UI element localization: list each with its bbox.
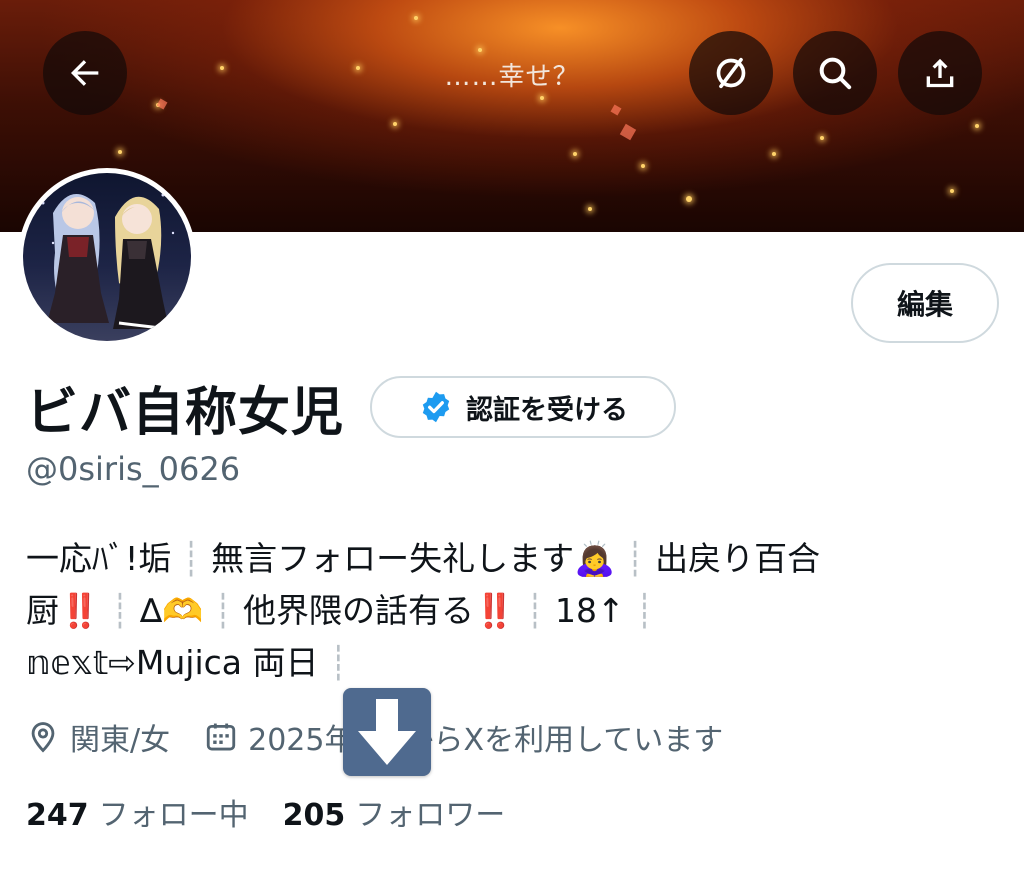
bio-separator: ┊ [625, 539, 646, 578]
bio-text: 𝕟𝕖𝕩𝕥⇨Mujica 両日 [26, 643, 319, 682]
arrow-down-icon [358, 699, 416, 765]
share-icon [926, 58, 954, 88]
banner-spark [686, 196, 692, 202]
bio-text: ∆🫶 [139, 591, 204, 630]
bio-text: 他界隈の話有る [243, 591, 475, 630]
bio-text: 18↑ [554, 591, 625, 630]
following-label: フォロー中 [98, 798, 249, 833]
bio-separator: ┊ [181, 539, 202, 578]
avatar-image [23, 173, 191, 341]
bio: 一応ﾊﾞ!垢 ┊ 無言フォロー失礼します🙇‍♀️ ┊ 出戻り百合 厨‼️ ┊ ∆🫶 ┊ 他界隈の… [26, 533, 996, 689]
circle-slash-icon [716, 57, 746, 89]
bio-line: 厨‼️ ┊ ∆🫶 ┊ 他界隈の話有る‼️ ┊ 18↑ ┊ [26, 585, 996, 637]
bio-separator: ┊ [328, 643, 349, 682]
following-link[interactable]: 247 フォロー中 [26, 790, 249, 834]
bio-separator: ┊ [213, 591, 234, 630]
following-count: 247 [26, 798, 89, 833]
verified-badge-icon [422, 391, 450, 423]
banner-spark [118, 150, 122, 154]
banner-spark [772, 152, 776, 156]
bio-line: 𝕟𝕖𝕩𝕥⇨Mujica 両日 ┊ [26, 637, 996, 689]
share-button[interactable] [898, 31, 982, 115]
search-icon [819, 57, 852, 90]
location: 関東/女 [26, 715, 170, 759]
bio-separator: ┊ [634, 591, 655, 630]
join-date-text: 2025年6月からXを利用しています [248, 723, 724, 758]
get-verified-label: 認証を受ける [466, 394, 628, 426]
followers-count: 205 [282, 798, 346, 833]
banner-spark [478, 48, 482, 52]
location-text: 関東/女 [70, 723, 171, 758]
bio-text: 一応ﾊﾞ!垢 [26, 539, 172, 578]
followers-label: フォロワー [355, 798, 506, 833]
arrow-left-icon [71, 60, 99, 86]
mute-button[interactable] [689, 31, 773, 115]
bio-separator: ┊ [525, 591, 545, 630]
banner-spark [393, 122, 397, 126]
bio-line: 一応ﾊﾞ!垢 ┊ 無言フォロー失礼します🙇‍♀️ ┊ 出戻り百合 [26, 533, 996, 585]
map-pin-icon [31, 722, 55, 753]
banner-shard [156, 98, 168, 110]
double-exclamation-icon: ‼️ [474, 591, 516, 630]
get-verified-button[interactable]: 認証を受ける [370, 376, 676, 438]
followers-link[interactable]: 205 フォロワー [283, 790, 506, 834]
banner-shard [619, 123, 637, 141]
download-overlay-button[interactable] [343, 688, 431, 776]
banner-spark [975, 124, 979, 128]
join-date: 2025年6月からXを利用しています [204, 715, 723, 759]
banner-shard [610, 104, 622, 116]
banner-spark [588, 207, 592, 211]
bio-text: 無言フォロー失礼します🙇‍♀️ [211, 539, 616, 578]
display-name: ビバ自称女児 [26, 383, 345, 443]
search-button[interactable] [793, 31, 877, 115]
bio-text: 出戻り百合 [655, 539, 821, 578]
banner-spark [820, 136, 824, 140]
back-button[interactable] [43, 31, 127, 115]
bio-separator: ┊ [110, 591, 130, 630]
follow-stats: 247 フォロー中 205 フォロワー [26, 790, 505, 834]
banner-spark [540, 96, 544, 100]
edit-profile-button[interactable]: 編集 [851, 263, 999, 343]
avatar[interactable] [18, 168, 196, 346]
calendar-icon [206, 723, 236, 751]
handle: @0siris_0626 [26, 450, 241, 488]
banner-spark [573, 152, 577, 156]
banner-spark [414, 16, 418, 20]
bio-text: 厨 [26, 591, 59, 630]
banner-spark [950, 189, 954, 193]
banner-spark [641, 164, 645, 168]
double-exclamation-icon: ‼️ [59, 591, 101, 630]
